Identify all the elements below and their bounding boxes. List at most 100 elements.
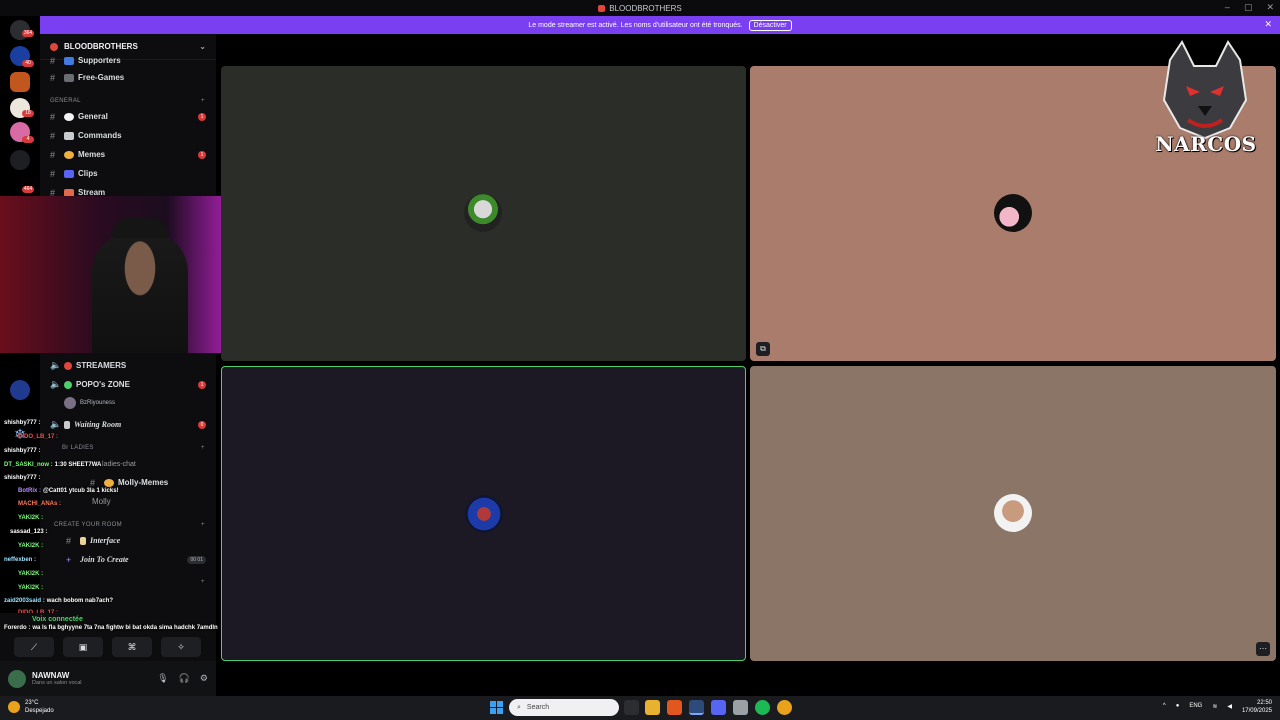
chrome-icon[interactable] [777, 700, 792, 715]
category-ladies[interactable]: Br LADIES + [62, 445, 228, 451]
file-explorer-icon[interactable] [645, 700, 660, 715]
noise-suppression-button[interactable]: ⟋ [14, 637, 54, 657]
mic-icon[interactable]: ● [1176, 703, 1180, 710]
steam-icon[interactable] [689, 700, 704, 715]
category-create-room[interactable]: CREATE YOUR ROOM + [54, 522, 220, 528]
app-icon [598, 4, 606, 12]
category-label: CREATE YOUR ROOM [54, 522, 122, 528]
add-channel-icon[interactable]: + [201, 445, 205, 451]
chat-message: neffexben : [4, 557, 38, 563]
hash-icon: # [66, 535, 72, 546]
maximize-icon[interactable]: ▢ [1244, 2, 1253, 13]
chat-message: BotRix : @Catt01 ytcub 3la 1 kicks! [18, 488, 119, 494]
unread-badge: 18 [22, 110, 34, 117]
taskbar-search[interactable]: ⌕ Search [509, 699, 619, 716]
voice-channel-join-to-create[interactable]: + Join To Create 00 01 [40, 551, 216, 568]
activity-button[interactable]: ⌘ [112, 637, 152, 657]
narcos-wolf-logo: NARCOS [1150, 40, 1260, 160]
channel-memes[interactable]: # Memes 1 [40, 146, 216, 163]
microphone-icon[interactable]: 🎙 [157, 673, 168, 684]
add-channel-icon[interactable]: + [201, 579, 205, 585]
wifi-icon[interactable]: ≋ [1212, 703, 1217, 710]
channel-clips[interactable]: # Clips [40, 165, 216, 182]
voice-channel-popos-zone[interactable]: 🔈 POPO's ZONE 1 [40, 376, 216, 393]
voice-member[interactable]: BzRiyouness [40, 394, 216, 411]
mention-badge: 1 [198, 112, 206, 121]
weather-widget[interactable]: 23°C Despejado [8, 699, 54, 715]
window-controls: – ▢ ✕ [1225, 2, 1274, 13]
windows-start-icon[interactable] [490, 701, 503, 714]
channel-interface[interactable]: # Interface [40, 532, 216, 549]
gear-icon[interactable]: ⚙ [200, 673, 208, 684]
close-banner-icon[interactable]: ✕ [1264, 19, 1272, 30]
user-info[interactable]: NAWNAW Dans un salon vocal [32, 671, 82, 686]
spotify-icon[interactable] [755, 700, 770, 715]
chat-username: BotRix : [18, 488, 41, 494]
chat-message: DIDO_LB_17 : [18, 434, 60, 440]
voice-channel-streamers[interactable]: 🔈 STREAMERS [40, 357, 216, 374]
chat-username: shishby777 : [4, 448, 41, 454]
video-tile[interactable] [221, 66, 746, 361]
weather-desc: Despejado [25, 708, 54, 714]
category-general[interactable]: GENERAL + [50, 98, 216, 104]
chat-message: shishby777 : [4, 475, 42, 481]
voice-channel-waiting-room[interactable]: 🔈 Waiting Room 0 [40, 416, 216, 433]
speaker-icon: 🔈 [50, 379, 62, 389]
channel-label: Waiting Room [74, 420, 122, 429]
logo-text: NARCOS [1155, 132, 1257, 156]
controller-icon [64, 73, 74, 82]
chat-username: Forerdo : [4, 625, 31, 631]
popout-icon[interactable]: ⧉ [756, 342, 770, 356]
chevron-up-icon[interactable]: ^ [1163, 703, 1166, 710]
member-name: BzRiyouness [80, 399, 116, 406]
user-avatar[interactable] [8, 669, 26, 688]
language-indicator[interactable]: ENG [1189, 703, 1202, 710]
close-icon[interactable]: ✕ [1266, 2, 1274, 13]
window-title-text: BLOODBROTHERS [609, 3, 682, 13]
category-label: Br LADIES [62, 445, 94, 451]
speaker-icon: 🔈 [50, 419, 62, 429]
member-count-badge: 1 [198, 380, 206, 389]
add-channel-icon[interactable]: + [201, 98, 205, 104]
video-tile[interactable]: ⋯ [750, 366, 1276, 661]
channel-emoji-icon [64, 56, 74, 65]
chat-text: wa ls fla bghyyne 7ta 7na fightw bi bat … [32, 625, 218, 631]
channel-label: ladies-chat [102, 461, 136, 468]
channel-commands[interactable]: # Commands [40, 127, 216, 144]
headphones-icon[interactable]: 🎧 [179, 673, 190, 684]
volume-icon[interactable]: ◀ [1227, 703, 1232, 710]
channel-label: POPO's ZONE [76, 380, 130, 389]
laugh-emoji-icon [104, 478, 114, 487]
soundboard-button[interactable]: ✧ [161, 637, 201, 657]
app-icon[interactable] [733, 700, 748, 715]
folder-icon[interactable] [10, 150, 30, 170]
voice-status: Voix connectée [32, 616, 83, 623]
disable-streamer-button[interactable]: Désactiver [748, 19, 792, 31]
hash-icon: # [90, 477, 96, 488]
channel-label: Molly-Memes [118, 478, 169, 487]
user-controls: 🎙 🎧 ⚙ [157, 673, 208, 684]
discord-icon[interactable] [711, 700, 726, 715]
chat-message: sassad_123 : [10, 529, 49, 535]
taskbar-clock[interactable]: 22:50 17/09/2025 [1242, 699, 1272, 715]
add-channel-icon[interactable]: + [201, 522, 205, 528]
channel-supporters[interactable]: # Supporters [40, 52, 216, 69]
channel-free-games[interactable]: # Free-Games [40, 69, 216, 86]
mention-badge: 1 [198, 150, 206, 159]
server-icon[interactable] [10, 380, 30, 400]
chat-message: DT_SASKI_now :1:30 SHEET7WA [4, 462, 101, 468]
channel-general[interactable]: # General 1 [40, 108, 216, 125]
video-tile-speaking[interactable] [221, 366, 746, 661]
chat-message: YAKI2K : [18, 515, 45, 521]
speaker-muted-icon: 🔈 [50, 360, 62, 370]
chevron-down-icon[interactable]: ⌄ [199, 42, 206, 51]
channel-label: Supporters [78, 56, 121, 65]
minimize-icon[interactable]: – [1225, 2, 1230, 13]
task-view-icon[interactable] [624, 700, 639, 715]
screen-share-button[interactable]: ▣ [63, 637, 103, 657]
chat-text: wach bobom nab7ach? [46, 598, 114, 604]
server-icon[interactable] [10, 72, 30, 92]
app-icon[interactable] [667, 700, 682, 715]
more-options-icon[interactable]: ⋯ [1256, 642, 1270, 656]
channel-molly[interactable]: Molly [40, 493, 216, 510]
